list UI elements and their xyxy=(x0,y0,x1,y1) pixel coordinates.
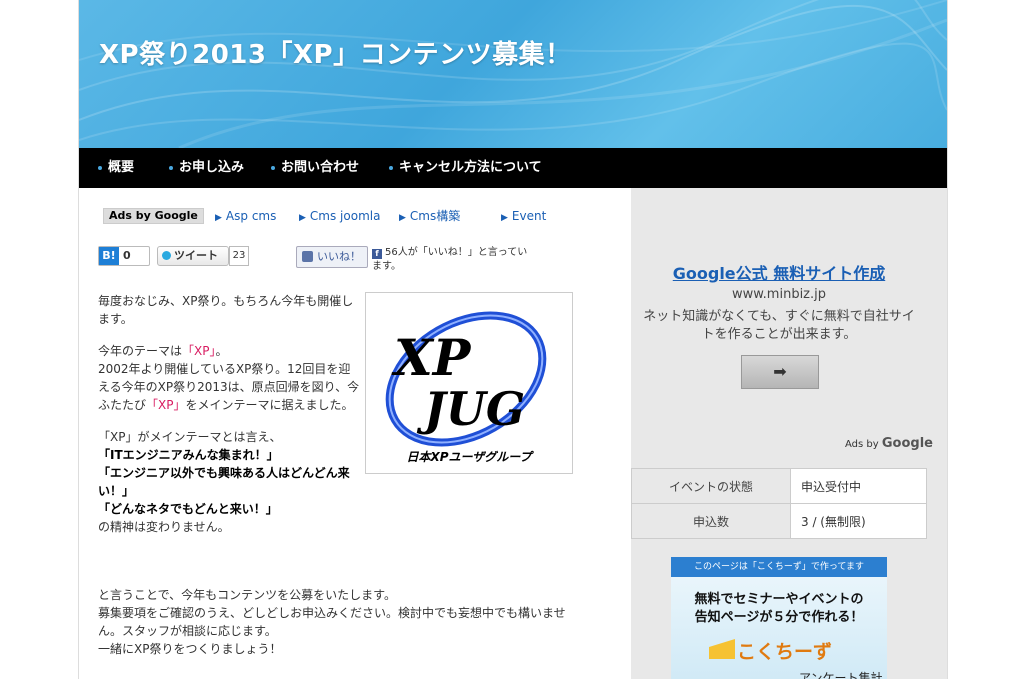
twitter-bird-icon xyxy=(162,251,171,260)
sidebar-ad-title[interactable]: Google公式 無料サイト作成 xyxy=(611,260,947,284)
ad-link[interactable]: ▶ Event xyxy=(501,208,546,226)
arrow-right-icon: ➡ xyxy=(773,362,787,381)
ad-link[interactable]: ▶ Cms joomla xyxy=(299,208,380,226)
highlight-text: 「XP」 xyxy=(146,398,186,412)
sidebar: Google公式 無料サイト作成 www.minbiz.jp ネット知識がなくて… xyxy=(611,188,947,679)
slogan: 「エンジニア以外でも興味ある人はどんどん来い！」 xyxy=(98,466,350,498)
like-label: いいね！ xyxy=(317,250,361,263)
text-line: 募集要項をご確認のうえ、どしどしお申込みください。検討中でも妄想中でも構いません… xyxy=(98,606,566,638)
bullet-icon xyxy=(271,165,275,170)
sidebar-ad-url[interactable]: www.minbiz.jp xyxy=(611,287,947,302)
hatena-count: 0 xyxy=(123,249,131,262)
thumbs-up-icon xyxy=(302,251,313,262)
intro-text: 毎度おなじみ、XP祭り。もちろん今年も開催します。 今年のテーマは「XP」。 20… xyxy=(98,292,360,550)
page: XP祭り2013「XP」コンテンツ募集！ 概要 お申し込み お問い合わせ キャン… xyxy=(78,0,948,679)
tweet-label: ツイート xyxy=(174,249,218,262)
text: をメインテーマに据えました。 xyxy=(185,398,354,412)
ad-link[interactable]: ▶ Cms構築 xyxy=(399,208,460,226)
paragraph: 今年のテーマは「XP」。 2002年より開催しているXP祭り。12回目を迎える今年… xyxy=(98,342,360,414)
bullet-icon xyxy=(389,165,393,170)
banner-brand: こくちーず xyxy=(737,641,833,663)
play-triangle-icon: ▶ xyxy=(299,213,306,223)
text: の精神は変わりません。 xyxy=(98,520,230,534)
facebook-icon: f xyxy=(372,249,382,259)
play-triangle-icon: ▶ xyxy=(501,213,508,223)
slogan: 「ITエンジニアみんな集まれ！」 xyxy=(98,448,279,462)
site-title[interactable]: XP祭り2013「XP」コンテンツ募集！ xyxy=(99,34,572,71)
nav-item-overview[interactable]: 概要 xyxy=(98,148,134,188)
header-wave-decoration xyxy=(79,0,947,148)
play-triangle-icon: ▶ xyxy=(399,213,406,223)
table-row: 申込数 3 / (無制限) xyxy=(631,503,927,539)
outro-text: と言うことで、今年もコンテンツを公募をいたします。 募集要項をご確認のうえ、どし… xyxy=(98,586,588,658)
nav-item-contact[interactable]: お問い合わせ xyxy=(271,148,359,188)
xpjug-logo: XP JUG 日本XPユーザグループ xyxy=(365,292,573,474)
table-key: イベントの状態 xyxy=(631,468,791,504)
text: 。 xyxy=(215,344,228,358)
site-header: XP祭り2013「XP」コンテンツ募集！ xyxy=(79,0,947,148)
like-count-text: f 56人が「いいね！」と言っています。 xyxy=(372,246,532,274)
main-content: Ads by Google ▶ Asp cms ▶ Cms joomla ▶ Cms構… xyxy=(79,188,631,679)
banner-headline: 無料でセミナーやイベントの 告知ページが５分で作れる！ xyxy=(671,591,887,627)
sidebar-ad-description: ネット知識がなくても、すぐに無料で自社サイトを作ることが出来ます。 xyxy=(643,309,915,342)
bullet-icon xyxy=(169,165,173,170)
banner-top-bar: このページは「こくちーず」で作ってます xyxy=(671,557,887,577)
table-value: 申込受付中 xyxy=(790,468,927,504)
nav-item-cancel[interactable]: キャンセル方法について xyxy=(389,148,542,188)
nav-item-label: お問い合わせ xyxy=(281,160,360,175)
slogan: 「どんなネタでもどんと来い！」 xyxy=(98,502,278,516)
ads-by-text: Ads by xyxy=(845,439,879,450)
table-key: 申込数 xyxy=(631,503,791,539)
nav-item-apply[interactable]: お申し込み xyxy=(169,148,244,188)
ads-by-google-label[interactable]: Ads by Google xyxy=(845,436,933,451)
like-count-label: 56人が「いいね！」と言っています。 xyxy=(372,247,528,272)
logo-xp: XP xyxy=(391,328,472,387)
ad-link-label: Asp cms xyxy=(225,209,277,223)
kokuchizu-banner[interactable]: このページは「こくちーず」で作ってます 無料でセミナーやイベントの 告知ページが５… xyxy=(671,557,887,679)
logo-caption: 日本XPユーザグループ xyxy=(406,450,534,464)
table-value: 3 / (無制限) xyxy=(790,503,927,539)
banner-partial-text: アンケート集計 xyxy=(799,671,883,679)
text-line: 一緒にXP祭りをつくりましょう！ xyxy=(98,642,282,656)
paragraph: 毎度おなじみ、XP祭り。もちろん今年も開催します。 xyxy=(98,294,354,326)
hatena-bookmark-button[interactable]: B! 0 xyxy=(98,246,150,266)
main-nav: 概要 お申し込み お問い合わせ キャンセル方法について xyxy=(79,148,947,188)
play-triangle-icon: ▶ xyxy=(215,213,222,223)
xpjug-logo-graphic: XP JUG 日本XPユーザグループ xyxy=(385,311,547,464)
logo-jug: JUG xyxy=(416,382,525,436)
nav-item-label: キャンセル方法について xyxy=(399,160,542,175)
text-line: と言うことで、今年もコンテンツを公募をいたします。 xyxy=(98,588,396,602)
paragraph: 「XP」がメインテーマとは言え、 「ITエンジニアみんな集まれ！」「エンジニア以外… xyxy=(98,428,360,536)
table-row: イベントの状態 申込受付中 xyxy=(631,468,927,504)
nav-item-label: お申し込み xyxy=(179,160,245,175)
text: 「XP」がメインテーマとは言え、 xyxy=(98,430,282,444)
tweet-button[interactable]: ツイート xyxy=(157,246,229,266)
text: 今年のテーマは xyxy=(98,344,183,358)
ad-link[interactable]: ▶ Asp cms xyxy=(215,208,276,226)
event-info-table: イベントの状態 申込受付中 申込数 3 / (無制限) xyxy=(631,468,927,539)
highlight-text: 「XP」 xyxy=(182,344,216,358)
banner-line-1: 無料でセミナーやイベントの xyxy=(694,592,864,607)
ads-by-google-badge[interactable]: Ads by Google xyxy=(103,208,204,224)
sidebar-ad-button[interactable]: ➡ xyxy=(741,355,819,389)
ad-link-label: Cms joomla xyxy=(309,209,381,223)
hatena-icon: B! xyxy=(99,247,119,265)
tweet-count: 23 xyxy=(229,246,249,266)
nav-item-label: 概要 xyxy=(108,160,135,175)
facebook-like-button[interactable]: いいね！ xyxy=(296,246,368,268)
bullet-icon xyxy=(98,165,102,170)
ad-link-label: Cms構築 xyxy=(409,209,461,223)
google-brand: Google xyxy=(881,436,933,451)
banner-line-2: 告知ページが５分で作れる！ xyxy=(694,610,864,625)
ad-link-label: Event xyxy=(511,209,547,223)
